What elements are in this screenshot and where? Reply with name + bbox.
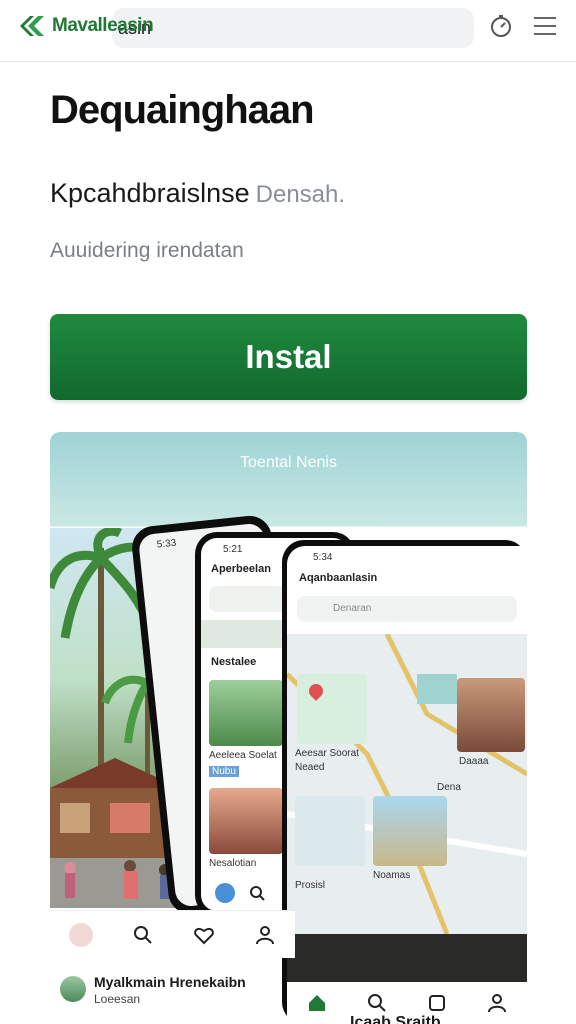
search-icon[interactable] <box>249 885 265 901</box>
card-title-2: Nesalotian <box>209 858 257 869</box>
status-time: 5:33 <box>156 537 177 551</box>
developer-category: Densah. <box>255 181 346 208</box>
app-developer: Kpcahdbraislnse Densah. <box>50 178 345 209</box>
map-label: Dena <box>437 782 461 793</box>
screen-search-text: Denaran <box>333 603 372 614</box>
share-icon[interactable] <box>426 992 448 1014</box>
map-card-sub: Neaed <box>295 762 325 773</box>
beach-title: Noamas <box>373 870 411 881</box>
status-time: 5:34 <box>313 552 333 563</box>
screen-search[interactable]: Denaran <box>297 596 517 622</box>
screen-title: Aperbeelan <box>211 563 271 575</box>
location-icon[interactable] <box>215 883 235 903</box>
home-icon[interactable] <box>306 992 328 1014</box>
search-bar[interactable]: asin <box>112 8 474 48</box>
install-button[interactable]: Instal <box>50 314 527 400</box>
map-thumbnail[interactable] <box>295 796 365 866</box>
bottom-heading: Icaab Sraitb <box>350 1014 441 1024</box>
developer-name[interactable]: Kpcahdbraislnse <box>50 178 250 208</box>
map-card-title: Aeesar Soorat <box>295 748 359 759</box>
brand-name: Mavalleasin <box>52 15 154 36</box>
profile-name: Myalkmain Hrenekaibn <box>94 974 246 990</box>
app-logo-icon[interactable] <box>18 12 46 40</box>
camera-icon[interactable] <box>69 922 94 947</box>
profile-handle: Loeesan <box>94 992 141 1006</box>
place-photo[interactable] <box>209 680 283 746</box>
profile-icon[interactable] <box>254 924 276 946</box>
person-photo[interactable] <box>209 788 283 854</box>
hero-label: Toental Nenis <box>240 454 337 471</box>
screen-title: Aqanbaanlasin <box>299 572 378 584</box>
avatar[interactable] <box>60 976 86 1002</box>
timer-icon[interactable] <box>489 14 513 38</box>
top-bar: asin Mavalleasin <box>0 0 576 62</box>
search-icon[interactable] <box>132 924 154 946</box>
status-time-mid: 5:21 <box>223 544 243 555</box>
menu-icon[interactable] <box>533 15 557 37</box>
phone-front: 5:34 Aqanbaanlasin Denaran Aeesar Soorat… <box>282 540 527 1024</box>
hero-screenshot[interactable]: Toental Nenis 5:33 5:21 Aperbeelan Nesta… <box>50 432 527 1024</box>
beach-photo[interactable] <box>373 796 447 866</box>
screen-search[interactable] <box>209 586 289 612</box>
street-photo <box>287 934 527 982</box>
person-photo[interactable] <box>457 678 525 752</box>
phone-front-screen: 5:34 Aqanbaanlasin Denaran Aeesar Soorat… <box>287 546 527 1024</box>
card-badge: Nubu <box>209 766 239 777</box>
map-view[interactable]: Aeesar Soorat Neaed Daaaa Noamas Prosisl… <box>287 632 527 935</box>
search-icon[interactable] <box>366 992 388 1014</box>
app-meta: Auuidering irendatan <box>50 239 244 262</box>
profile-icon[interactable] <box>486 992 508 1014</box>
thumbnail-title: Prosisl <box>295 880 326 891</box>
heart-icon[interactable] <box>193 924 215 946</box>
map-card[interactable] <box>297 674 367 744</box>
card-title: Aeeleea Soelat <box>209 750 277 761</box>
section-title: Nestalee <box>211 656 257 668</box>
app-title: Dequainghaan <box>50 88 315 132</box>
photo-title: Daaaa <box>459 756 489 767</box>
hero-nav-strip <box>50 910 295 958</box>
